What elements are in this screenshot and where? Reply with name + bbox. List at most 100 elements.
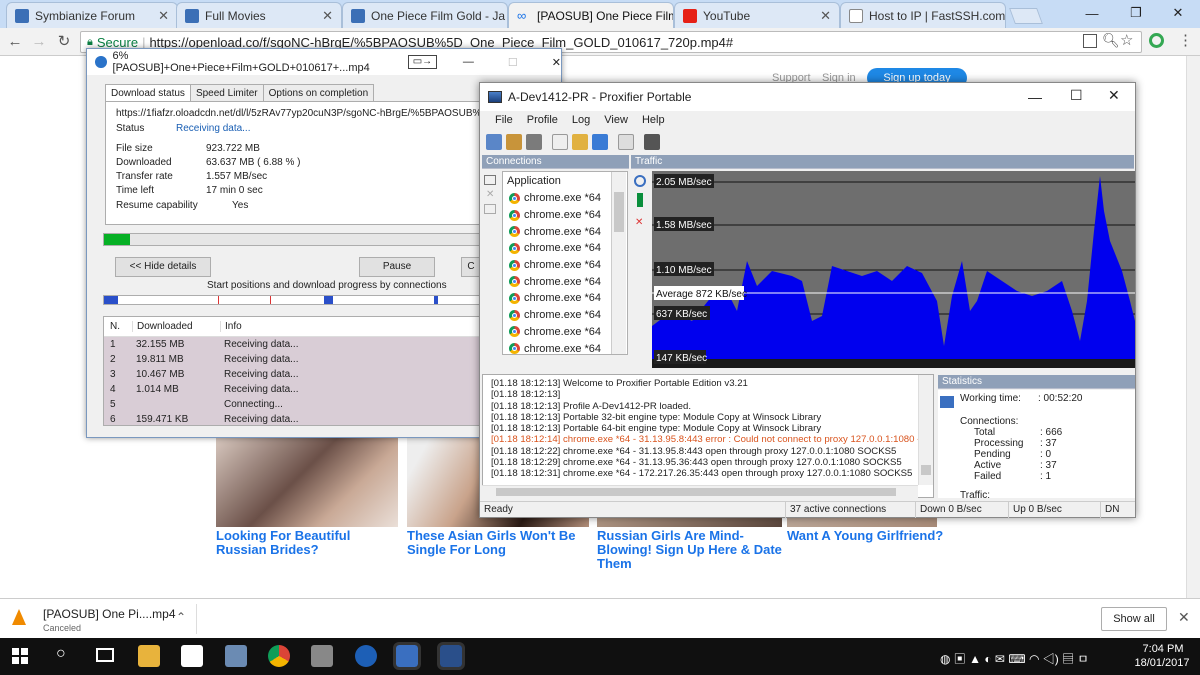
clock-date[interactable]: 18/01/2017 [1132,657,1192,669]
tab-one-piece-film-gold[interactable]: One Piece Film Gold - Ja✕ [342,2,508,28]
open-profile-icon[interactable] [572,134,588,150]
ad-image[interactable] [216,437,398,527]
list-item[interactable]: chrome.exe *64 [503,307,627,324]
close-dialog-icon[interactable]: ✕ [552,56,561,69]
scrollbar-thumb[interactable] [614,192,624,232]
bookmark-star-icon[interactable]: ☆ [1120,31,1133,49]
close-window-icon[interactable]: ✕ [1108,87,1120,104]
time-scale-icon[interactable] [634,175,646,187]
new-tab-button[interactable] [1009,8,1043,24]
dialog-titlebar[interactable]: 6% [PAOSUB]+One+Piece+Film+GOLD+010617+.… [87,49,561,75]
show-all-button[interactable]: Show all [1101,607,1167,631]
menu-icon[interactable]: ⋮ [1178,31,1193,49]
close-connection-icon[interactable]: ✕ [482,189,500,200]
proxifier-taskbar-icon[interactable] [437,642,465,670]
close-tab-icon[interactable]: ✕ [820,8,831,24]
app-icon[interactable] [355,645,377,667]
close-tab-icon[interactable]: ✕ [158,8,169,24]
app-icon[interactable] [311,645,333,667]
table-row[interactable]: 2 19.811 MB Receiving data... [104,352,482,367]
application-column-header[interactable]: Application [503,172,627,190]
log-hscrollbar[interactable] [482,485,918,498]
close-window-icon[interactable]: ✕ [1156,0,1200,26]
proxy-servers-icon[interactable] [486,134,502,150]
file-explorer-icon[interactable] [138,645,160,667]
extension-icon[interactable] [1149,33,1164,48]
menu-profile[interactable]: Profile [520,114,565,126]
scrollbar-thumb[interactable] [496,488,896,496]
start-button-icon[interactable] [12,648,28,664]
table-row[interactable]: 4 1.014 MB Receiving data... [104,382,482,397]
maximize-icon[interactable]: ❐ [1114,0,1158,26]
traffic-filter-icon[interactable] [637,193,643,207]
menu-help[interactable]: Help [635,114,672,126]
close-tab-icon[interactable]: ✕ [322,8,333,24]
list-item[interactable]: chrome.exe *64 [503,207,627,224]
new-profile-icon[interactable] [552,134,568,150]
tab-options-on-completion[interactable]: Options on completion [262,84,375,102]
tab-paosub-active[interactable]: ∞[PAOSUB] One Piece Film✕ [508,2,674,28]
log-icon[interactable] [618,134,634,150]
list-item[interactable]: chrome.exe *64 [503,273,627,290]
ad-headline[interactable]: Russian Girls Are Mind-Blowing! Sign Up … [597,529,782,571]
list-item[interactable]: chrome.exe *64 [503,257,627,274]
forward-icon[interactable]: → [30,33,48,51]
tab-symbianize[interactable]: Symbianize Forum ✕ [6,2,178,28]
zoom-icon[interactable]: 🔍︎ [1102,32,1120,49]
tab-speed-limiter[interactable]: Speed Limiter [189,84,264,102]
reload-icon[interactable]: ↻ [55,33,73,51]
list-item[interactable]: chrome.exe *64 [503,223,627,240]
page-scrollbar[interactable] [1186,56,1200,598]
app-icon[interactable] [225,645,247,667]
hide-details-button[interactable]: << Hide details [115,257,211,277]
proxification-rules-icon[interactable] [506,134,522,150]
table-row[interactable]: 6 159.471 KB Receiving data... [104,412,482,425]
scrollbar-thumb[interactable] [921,465,931,475]
close-shelf-icon[interactable]: ✕ [1178,609,1190,626]
tab-fastssh[interactable]: Host to IP | FastSSH.com✕ [840,2,1006,28]
save-profile-icon[interactable] [592,134,608,150]
ad-headline[interactable]: Looking For Beautiful Russian Brides? [216,529,401,557]
tab-full-movies[interactable]: Full Movies ✕ [176,2,342,28]
tab-youtube[interactable]: YouTube ✕ [674,2,840,28]
maximize-icon[interactable]: ☐ [508,56,518,69]
clear-traffic-icon[interactable]: ✕ [631,217,651,228]
pause-button[interactable]: Pause [359,257,435,277]
translate-icon[interactable] [1083,34,1097,48]
list-item[interactable]: chrome.exe *64 [503,324,627,341]
list-view-icon[interactable] [484,175,496,185]
chrome-taskbar-icon[interactable] [268,645,290,667]
list-item[interactable]: chrome.exe *64 [503,240,627,257]
list-item[interactable]: chrome.exe *64 [503,290,627,307]
copy-icon[interactable] [484,204,496,214]
store-icon[interactable] [181,645,203,667]
shelf-item-menu-icon[interactable]: ⌃ [176,610,186,624]
menu-file[interactable]: File [488,114,520,126]
cancel-button[interactable]: C [461,257,481,277]
idm-taskbar-icon[interactable] [393,642,421,670]
table-row[interactable]: 5 Connecting... [104,397,482,412]
print-icon[interactable] [644,134,660,150]
clock-time[interactable]: 7:04 PM [1138,643,1188,655]
collapse-icon[interactable]: ▭→ [407,55,437,69]
tray-icons[interactable]: ◍ ▣ ▲ ◐ ✉ ⌨ ◠ ◁) ▤ ㅁ [940,650,1088,667]
minimize-icon[interactable]: — [463,56,474,68]
ad-headline[interactable]: These Asian Girls Won't Be Single For Lo… [407,529,592,557]
menu-log[interactable]: Log [565,114,597,126]
list-item[interactable]: chrome.exe *64 [503,340,627,354]
back-icon[interactable]: ← [6,33,24,51]
ad-headline[interactable]: Want A Young Girlfriend? [787,529,972,543]
minimize-icon[interactable]: — [1070,0,1114,26]
log-vscrollbar[interactable] [918,375,933,485]
maximize-icon[interactable]: ☐ [1070,87,1083,104]
list-item[interactable]: chrome.exe *64 [503,190,627,207]
menu-view[interactable]: View [597,114,635,126]
minimize-icon[interactable]: — [1028,89,1042,105]
name-resolution-icon[interactable] [526,134,542,150]
shelf-file-name[interactable]: [PAOSUB] One Pi....mp4 [43,607,176,621]
task-view-icon[interactable] [96,648,114,662]
table-row[interactable]: 3 10.467 MB Receiving data... [104,367,482,382]
table-row[interactable]: 1 32.155 MB Receiving data... [104,337,482,352]
search-icon[interactable]: ○ [56,645,66,663]
application-list-scrollbar[interactable] [611,172,626,354]
